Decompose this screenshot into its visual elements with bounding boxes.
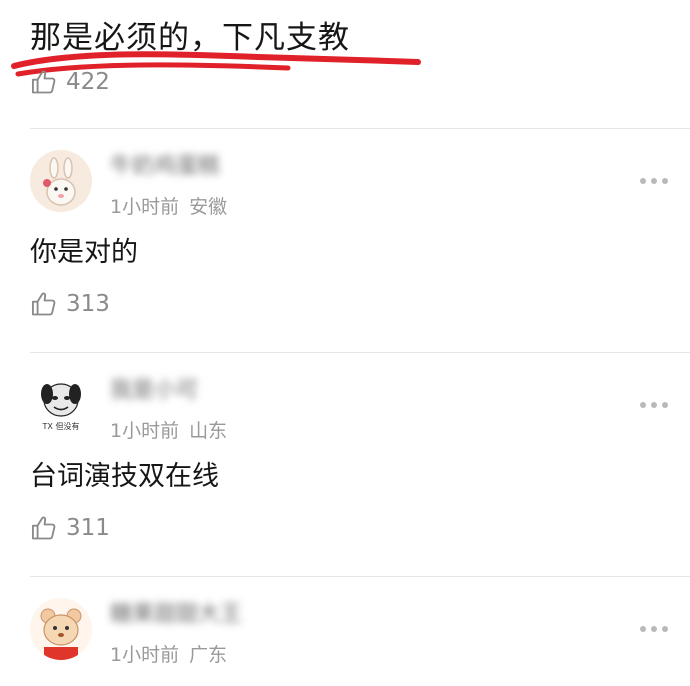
username[interactable]: 我是小可 (110, 372, 250, 403)
thumbs-up-icon (31, 70, 56, 94)
username[interactable]: 糖果甜甜大王 (110, 596, 250, 627)
thumbs-up-icon (31, 292, 56, 316)
like-button[interactable]: 313 (30, 290, 110, 318)
divider (30, 352, 690, 353)
cartoon-bear-avatar-icon (30, 598, 92, 660)
comment-item: TX 但没有 我是小可 1小时前 山东 台词演技双在线 311 (0, 354, 690, 578)
more-dots-icon (640, 626, 646, 632)
avatar[interactable]: TX 但没有 (30, 374, 92, 436)
username[interactable]: 牛奶鸡蛋糕 (110, 148, 250, 179)
top-comment: 那是必须的，下凡支教 422 (11, 6, 670, 126)
more-options-button[interactable] (640, 178, 668, 184)
like-count: 422 (66, 69, 110, 95)
comment-meta: 1小时前 广东 (110, 640, 237, 667)
more-dots-icon (640, 402, 646, 408)
divider (30, 576, 690, 577)
timestamp: 1小时前 (110, 420, 180, 442)
thumbs-up-icon (31, 516, 56, 540)
more-options-button[interactable] (640, 626, 668, 632)
like-count: 313 (66, 291, 110, 317)
comment-meta: 1小时前 山东 (110, 416, 237, 443)
avatar[interactable] (30, 150, 92, 212)
comment-meta: 1小时前 安徽 (110, 192, 237, 219)
more-options-button[interactable] (640, 402, 668, 408)
like-button[interactable]: 311 (30, 514, 110, 542)
location: 安徽 (189, 196, 228, 218)
timestamp: 1小时前 (110, 644, 180, 666)
divider (30, 128, 690, 129)
comment-text: 你是对的 (30, 237, 138, 268)
comment-item: 糖果甜甜大王 1小时前 广东 (0, 578, 690, 686)
location: 广东 (189, 644, 228, 666)
avatar-caption: TX 但没有 (42, 422, 80, 431)
location: 山东 (189, 420, 228, 442)
comment-item: 牛奶鸡蛋糕 1小时前 安徽 你是对的 313 (0, 130, 690, 354)
like-count: 311 (66, 515, 110, 541)
like-button[interactable]: 422 (30, 68, 110, 96)
timestamp: 1小时前 (110, 196, 180, 218)
more-dots-icon (640, 178, 646, 184)
cartoon-rabbit-avatar-icon (30, 150, 92, 212)
avatar[interactable] (30, 598, 92, 660)
comment-text: 台词演技双在线 (30, 461, 219, 492)
